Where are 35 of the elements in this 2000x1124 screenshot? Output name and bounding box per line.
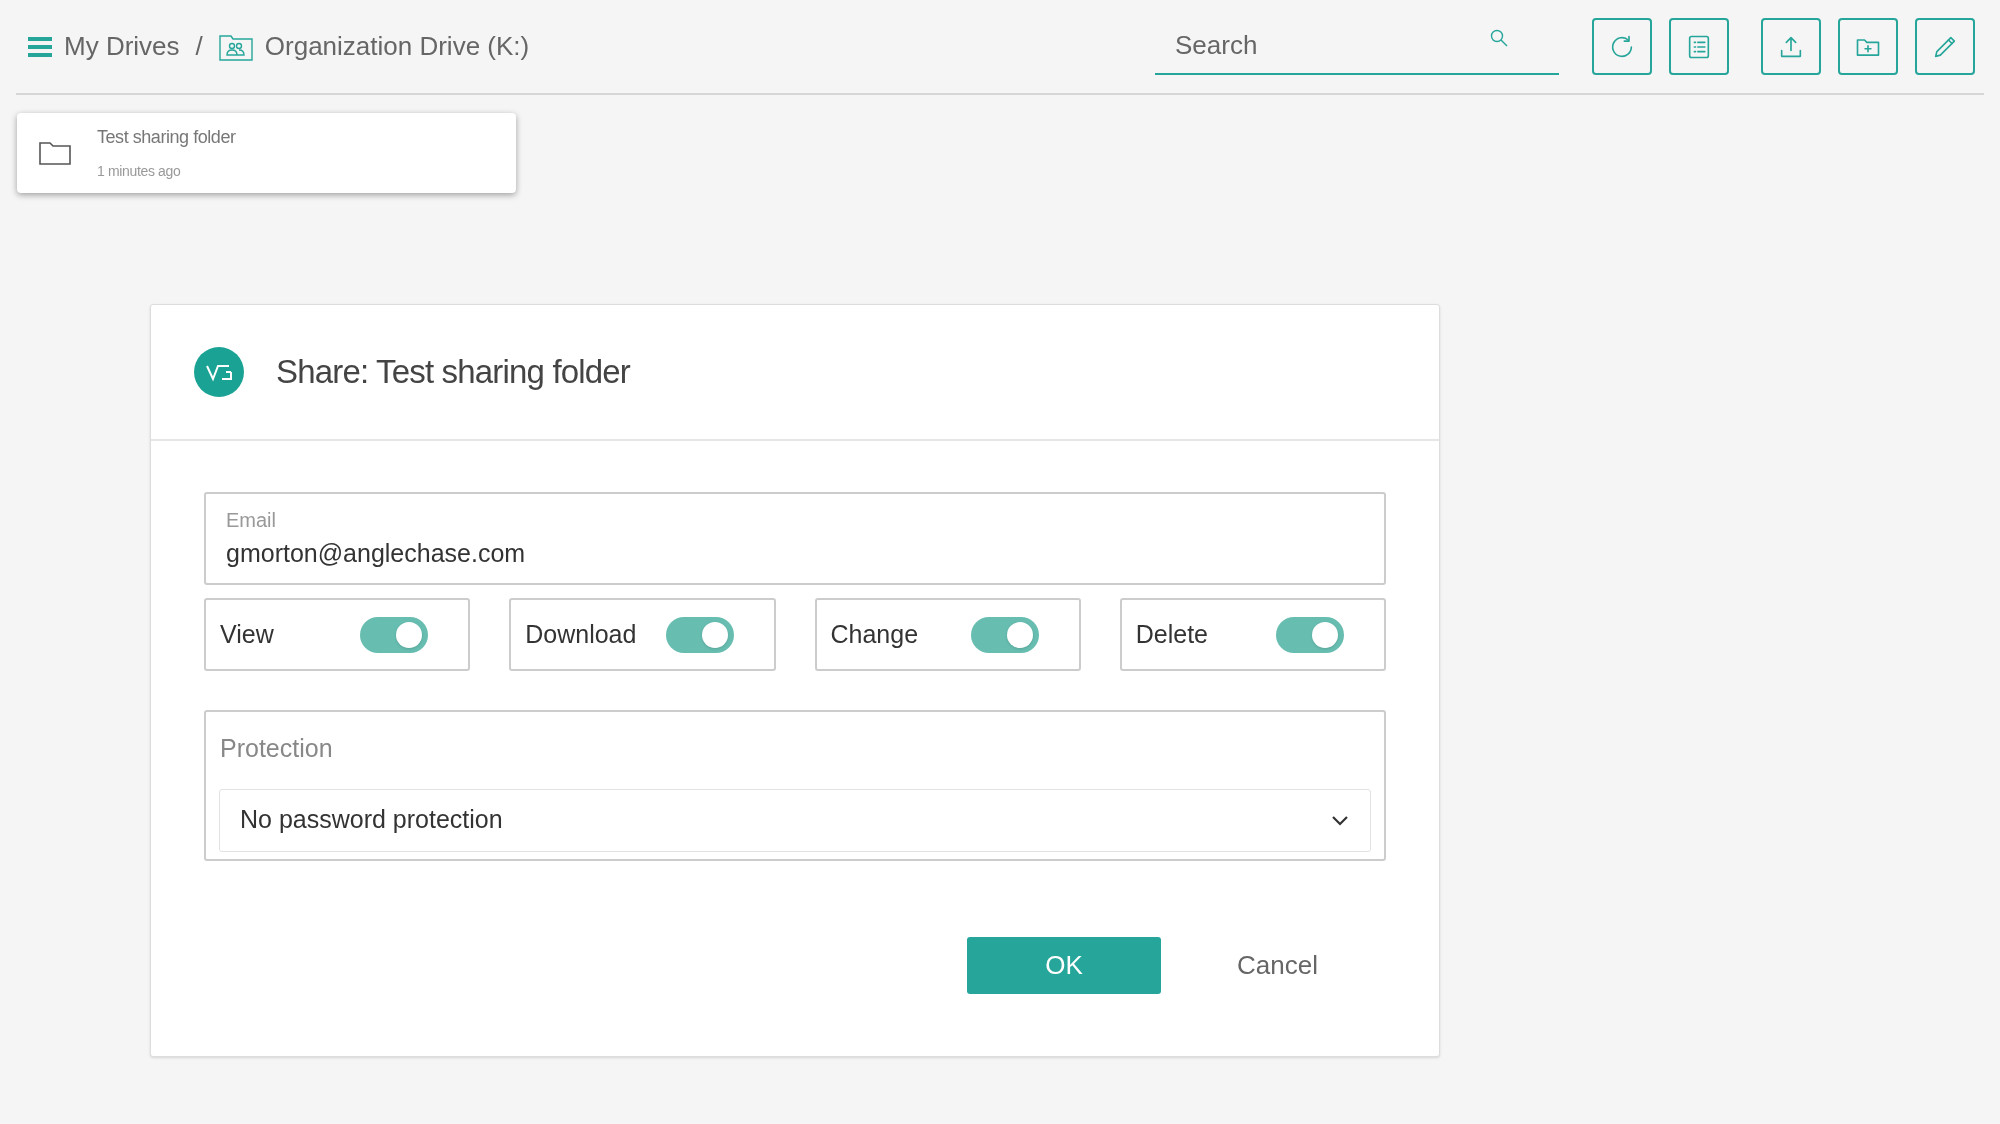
cancel-button[interactable]: Cancel — [1215, 937, 1340, 994]
field-label: Email — [226, 507, 277, 533]
breadcrumb-link[interactable]: Organization Drive (K:) — [264, 27, 530, 66]
breadcrumb-separator: / — [195, 30, 203, 63]
edit-button[interactable] — [1915, 18, 1975, 75]
dialog-title: Share: Test sharing folder — [276, 352, 630, 393]
toggle-switch[interactable] — [360, 616, 429, 653]
logo-icon — [194, 347, 244, 397]
permission-label: Delete — [1135, 618, 1208, 650]
toggle-switch[interactable] — [970, 616, 1039, 653]
search-placeholder: Search — [1175, 29, 1259, 62]
breadcrumb-link[interactable]: My Drives — [64, 27, 180, 66]
shared-folder-icon — [218, 32, 253, 61]
list-button[interactable] — [1669, 18, 1729, 75]
permission-label: Change — [830, 618, 919, 650]
menu-icon[interactable] — [28, 35, 52, 58]
upload-button[interactable] — [1761, 18, 1821, 75]
search-icon — [1489, 27, 1509, 48]
protection-label: Protection — [220, 733, 334, 764]
new-folder-button[interactable] — [1838, 18, 1898, 75]
toggle-switch[interactable] — [1276, 616, 1344, 653]
refresh-button[interactable] — [1592, 18, 1652, 75]
permission-label: View — [220, 618, 274, 650]
search-field[interactable]: Search — [1155, 18, 1559, 75]
email-field[interactable]: Email gmorton@anglechase.com — [204, 492, 1386, 585]
toggle-switch[interactable] — [665, 616, 734, 653]
chevron-down-icon — [1330, 813, 1350, 827]
permission-label: Download — [525, 618, 637, 650]
email-value: gmorton@anglechase.com — [226, 537, 527, 569]
modified-time: 1 minutes ago — [97, 162, 182, 181]
protection-select[interactable]: No password protection — [219, 788, 1371, 852]
folder-card[interactable]: Test sharing folder 1 minutes ago — [17, 113, 516, 193]
folder-icon — [39, 141, 71, 165]
folder-name: Test sharing folder — [97, 126, 236, 149]
ok-button[interactable]: OK — [967, 937, 1162, 994]
